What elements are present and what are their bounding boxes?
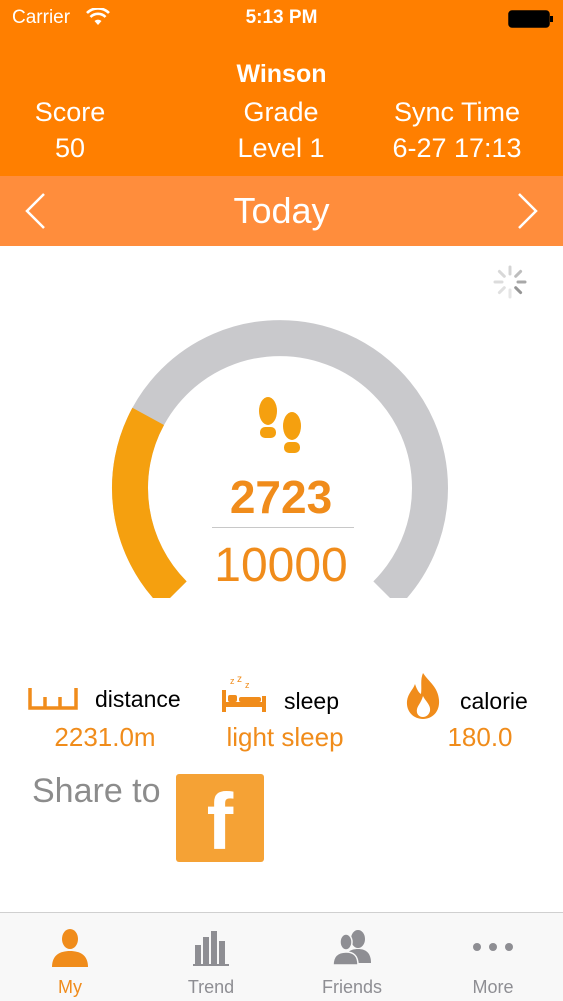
- facebook-share-button[interactable]: f: [176, 774, 264, 862]
- tab-label-friends: Friends: [321, 977, 383, 997]
- facebook-icon: f: [206, 777, 234, 866]
- tab-friends[interactable]: Friends: [282, 913, 422, 1001]
- grade-label: Grade: [243, 97, 319, 127]
- distance-value: 2231.0m: [54, 722, 156, 752]
- date-navigation-bar: Today: [0, 176, 563, 246]
- svg-text:z: z: [237, 674, 242, 685]
- tab-more[interactable]: More: [423, 913, 563, 1001]
- calorie-value: 180.0: [447, 722, 513, 752]
- share-label: Share to: [32, 772, 161, 810]
- tab-label-trend: Trend: [187, 977, 235, 997]
- date-label: Today: [233, 190, 330, 231]
- ruler-icon: [28, 688, 78, 710]
- bed-icon: z z z: [222, 674, 266, 712]
- battery-icon: [508, 10, 553, 28]
- status-time: 5:13 PM: [245, 7, 318, 28]
- grade-value: Level 1: [237, 133, 325, 163]
- sleep-label: sleep: [284, 688, 339, 714]
- steps-divider: [212, 527, 354, 528]
- bar-chart-icon: [193, 931, 229, 966]
- footprints-icon: [259, 397, 301, 453]
- tab-trend[interactable]: Trend: [141, 913, 281, 1001]
- calorie-label: calorie: [460, 688, 528, 714]
- status-bar: Carrier 5:13 PM: [0, 0, 563, 36]
- profile-header: Carrier 5:13 PM Winson Score 50 Grade Le…: [0, 0, 563, 176]
- tab-my[interactable]: My: [0, 913, 140, 1001]
- sync-time-stat: Sync Time 6-27 17:13: [357, 94, 557, 166]
- loading-spinner-icon: [493, 265, 527, 299]
- sync-time-value: 6-27 17:13: [392, 133, 522, 163]
- score-value: 50: [54, 133, 86, 163]
- flame-icon: [406, 673, 440, 719]
- svg-text:z: z: [245, 680, 250, 690]
- steps-count: 2723: [229, 471, 333, 523]
- person-icon: [52, 929, 88, 967]
- tab-label-more: More: [472, 977, 514, 997]
- friends-icon: [332, 930, 371, 966]
- tab-bar: My Trend Friends More: [0, 912, 563, 1001]
- more-icon: [473, 943, 513, 951]
- grade-stat: Grade Level 1: [181, 94, 381, 166]
- user-name: Winson: [236, 60, 327, 88]
- tab-label-my: My: [58, 977, 82, 997]
- svg-text:z: z: [230, 676, 235, 686]
- sleep-value: light sleep: [226, 722, 344, 752]
- score-label: Score: [34, 97, 106, 127]
- score-stat: Score 50: [0, 94, 140, 166]
- distance-label: distance: [95, 686, 181, 712]
- sync-time-label: Sync Time: [393, 97, 521, 127]
- steps-goal: 10000: [214, 539, 348, 592]
- chevron-right-icon[interactable]: [515, 192, 539, 230]
